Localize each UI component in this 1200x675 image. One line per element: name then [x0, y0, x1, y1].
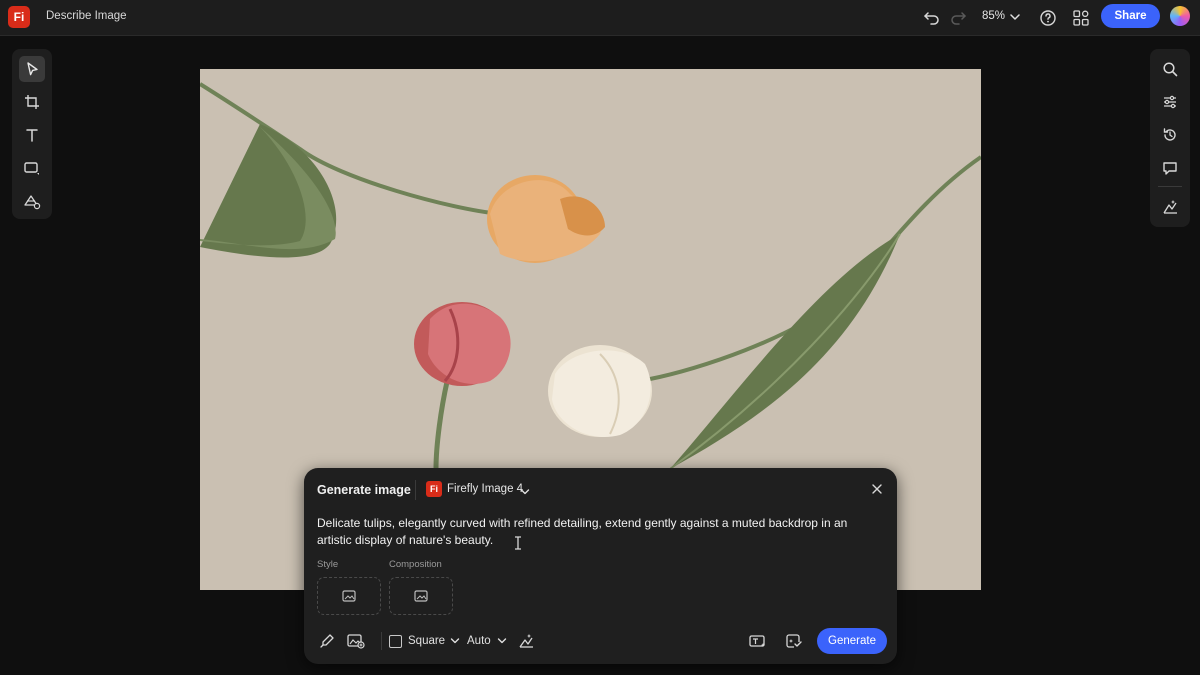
content-type-value: Auto [467, 635, 491, 647]
undo-icon[interactable] [922, 8, 942, 28]
redo-icon[interactable] [948, 8, 968, 28]
style-reference-slot[interactable] [317, 577, 381, 615]
chevron-down-icon [497, 638, 506, 644]
zoom-level[interactable]: 85% [982, 10, 1005, 22]
crop-tool-icon[interactable] [19, 89, 45, 115]
user-avatar[interactable] [1170, 6, 1190, 26]
help-icon[interactable] [1038, 8, 1058, 28]
chevron-down-icon[interactable] [1009, 10, 1021, 28]
left-toolbar [12, 49, 52, 219]
chevron-down-icon[interactable] [520, 484, 530, 502]
firefly-logo[interactable]: Fi [8, 6, 30, 28]
firefly-model-logo[interactable]: Fi [426, 481, 442, 497]
prompt-suggestions-icon[interactable] [748, 631, 768, 651]
style-label: Style [317, 559, 339, 570]
aspect-ratio-dropdown[interactable]: Square [389, 631, 460, 651]
generative-settings-icon[interactable] [1157, 194, 1183, 220]
divider [415, 480, 416, 500]
square-icon [389, 634, 402, 648]
right-toolbar [1150, 49, 1190, 227]
apps-icon[interactable] [1071, 8, 1091, 28]
search-icon[interactable] [1157, 56, 1183, 82]
chevron-down-icon [450, 638, 460, 644]
shape-tool-icon[interactable] [19, 155, 45, 181]
document-title[interactable]: Describe Image [46, 10, 127, 22]
generate-fill-tool-icon[interactable] [19, 188, 45, 214]
share-button[interactable]: Share [1101, 4, 1160, 28]
eyedropper-icon[interactable] [317, 631, 337, 651]
generate-image-panel: Generate image Fi Firefly Image 4 Delica… [304, 468, 897, 664]
generate-button[interactable]: Generate [817, 628, 887, 654]
adjustments-icon[interactable] [1157, 89, 1183, 115]
divider [381, 632, 382, 650]
comment-icon[interactable] [1157, 155, 1183, 181]
composition-reference-slot[interactable] [389, 577, 453, 615]
text-cursor-icon [513, 536, 523, 555]
toolbar-divider [1158, 186, 1182, 187]
aspect-ratio-value: Square [408, 635, 446, 647]
reference-image-icon[interactable] [345, 631, 367, 651]
top-bar: Fi Describe Image 85% Share [0, 0, 1200, 36]
effects-icon[interactable] [516, 631, 536, 651]
content-type-dropdown[interactable]: Auto [467, 631, 507, 651]
composition-label: Composition [389, 559, 442, 570]
panel-title: Generate image [317, 483, 411, 497]
prompt-input[interactable]: Delicate tulips, elegantly curved with r… [317, 515, 877, 548]
image-icon [342, 590, 356, 602]
image-icon [414, 590, 428, 602]
history-icon[interactable] [1157, 122, 1183, 148]
model-selector[interactable]: Firefly Image 4 [447, 483, 523, 495]
text-tool-icon[interactable] [19, 122, 45, 148]
close-icon[interactable] [869, 481, 885, 497]
generate-settings-icon[interactable] [784, 631, 804, 651]
select-tool-icon[interactable] [19, 56, 45, 82]
